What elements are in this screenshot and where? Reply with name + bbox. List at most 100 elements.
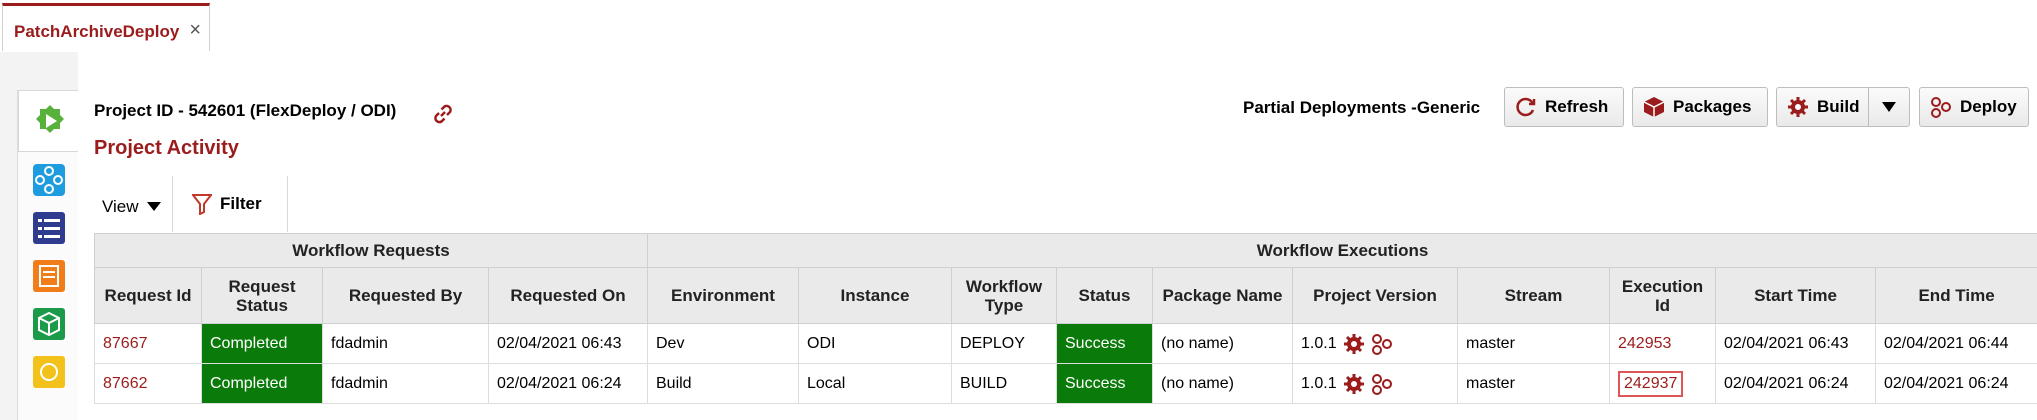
rail-activity-button[interactable]	[18, 90, 81, 152]
column-header[interactable]: End Time	[1874, 267, 2037, 324]
filter-icon	[192, 194, 212, 215]
rail-other-button[interactable]	[29, 352, 69, 392]
build-gear-icon	[1788, 97, 1808, 117]
stream-cell: master	[1457, 363, 1610, 404]
stream-cell: master	[1457, 323, 1610, 364]
refresh-label: Refresh	[1545, 97, 1609, 116]
column-header[interactable]: Workflow Type	[951, 267, 1057, 324]
project-version-text: 1.0.1	[1301, 334, 1337, 352]
request-id-cell[interactable]: 87662	[94, 363, 202, 404]
filter-label: Filter	[220, 194, 262, 213]
list-icon	[33, 212, 65, 244]
project-version-cell: 1.0.1	[1292, 323, 1458, 364]
page-title: Project ID - 542601 (FlexDeploy / ODI)	[94, 101, 397, 120]
workflow-type-cell: DEPLOY	[951, 323, 1057, 364]
execution-id-link[interactable]: 242953	[1618, 335, 1671, 352]
packages-button[interactable]: Packages	[1632, 87, 1768, 127]
tab-patch-archive-deploy[interactable]: PatchArchiveDeploy ×	[2, 3, 210, 51]
deploy-label: Deploy	[1960, 97, 2017, 116]
table-row[interactable]: 87662 Completed fdadmin 02/04/2021 06:24…	[94, 363, 2037, 404]
close-icon[interactable]: ×	[189, 19, 201, 42]
refresh-button[interactable]: Refresh	[1504, 87, 1624, 127]
execution-id-cell[interactable]: 242937	[1609, 363, 1716, 404]
deploy-icon[interactable]	[1371, 373, 1393, 395]
execution-id-cell[interactable]: 242953	[1609, 323, 1716, 364]
package-name-cell: (no name)	[1152, 323, 1293, 364]
requested-on-cell: 02/04/2021 06:43	[488, 323, 648, 364]
deploy-icon[interactable]	[1371, 333, 1393, 355]
environment-cell: Dev	[647, 323, 799, 364]
filter-button[interactable]: Filter	[192, 193, 262, 215]
request-id-link[interactable]: 87667	[103, 335, 148, 352]
project-version-cell: 1.0.1	[1292, 363, 1458, 404]
column-header[interactable]: Requested On	[488, 267, 648, 324]
column-header[interactable]: Environment	[647, 267, 799, 324]
package-icon	[33, 308, 65, 340]
project-version-text: 1.0.1	[1301, 374, 1337, 392]
chevron-down-icon[interactable]	[147, 202, 161, 211]
packages-label: Packages	[1673, 97, 1752, 116]
request-status-cell: Completed	[201, 323, 323, 364]
column-header[interactable]: Project Version	[1292, 267, 1458, 324]
rail-package-button[interactable]	[29, 304, 69, 344]
request-status-cell: Completed	[201, 363, 323, 404]
build-gear-icon[interactable]	[1343, 333, 1365, 355]
chevron-down-icon	[1882, 102, 1896, 112]
column-header[interactable]: Instance	[798, 267, 952, 324]
start-time-cell: 02/04/2021 06:24	[1715, 363, 1876, 404]
request-id-link[interactable]: 87662	[103, 375, 148, 392]
workflow-icon	[33, 164, 65, 196]
left-rail	[0, 52, 81, 420]
column-header[interactable]: Start Time	[1715, 267, 1876, 324]
build-gear-icon[interactable]	[1343, 373, 1365, 395]
start-time-cell: 02/04/2021 06:43	[1715, 323, 1876, 364]
view-filter-bar: View Filter	[94, 176, 2037, 232]
column-header[interactable]: Stream	[1457, 267, 1610, 324]
build-button[interactable]: Build	[1776, 87, 1878, 127]
activity-table: Workflow Requests Workflow Executions Re…	[94, 233, 2037, 404]
request-id-cell[interactable]: 87667	[94, 323, 202, 364]
requested-by-cell: fdadmin	[322, 323, 489, 364]
requested-by-cell: fdadmin	[322, 363, 489, 404]
workflow-type-cell: BUILD	[951, 363, 1057, 404]
section-title: Project Activity	[94, 137, 239, 159]
status-cell: Success	[1056, 363, 1153, 404]
rail-panel	[17, 90, 81, 420]
table-row[interactable]: 87667 Completed fdadmin 02/04/2021 06:43…	[94, 323, 2037, 364]
refresh-icon	[1516, 97, 1536, 117]
group-header-workflow-requests: Workflow Requests	[94, 233, 648, 268]
end-time-cell: 02/04/2021 06:24	[1874, 363, 2037, 404]
column-header[interactable]: Package Name	[1152, 267, 1293, 324]
deploy-button[interactable]: Deploy	[1919, 87, 2029, 127]
column-header[interactable]: Request Id	[94, 267, 202, 324]
rail-list-button[interactable]	[29, 208, 69, 248]
rail-document-button[interactable]	[29, 256, 69, 296]
end-time-cell: 02/04/2021 06:44	[1874, 323, 2037, 364]
partial-deployments-label: Partial Deployments -Generic	[1243, 98, 1481, 117]
status-cell: Success	[1056, 323, 1153, 364]
divider	[287, 176, 288, 232]
column-header[interactable]: Status	[1056, 267, 1153, 324]
package-box-icon	[1643, 97, 1665, 117]
execution-id-link[interactable]: 242937	[1618, 370, 1684, 397]
build-label: Build	[1817, 97, 1860, 116]
column-header[interactable]: Execution Id	[1609, 267, 1716, 324]
view-menu-label[interactable]: View	[102, 197, 139, 217]
group-header-workflow-executions: Workflow Executions	[646, 233, 2037, 268]
requested-on-cell: 02/04/2021 06:24	[488, 363, 648, 404]
instance-cell: ODI	[798, 323, 952, 364]
column-header[interactable]: Requested By	[322, 267, 489, 324]
divider	[172, 176, 173, 232]
yellow-tool-icon	[33, 356, 65, 388]
deploy-icon	[1931, 97, 1951, 118]
column-header[interactable]: Request Status	[201, 267, 323, 324]
build-dropdown-button[interactable]	[1868, 87, 1910, 127]
tab-label: PatchArchiveDeploy	[14, 22, 180, 41]
tab-bar: PatchArchiveDeploy ×	[0, 0, 2037, 53]
document-icon	[33, 260, 65, 292]
rail-workflow-button[interactable]	[29, 160, 69, 200]
link-icon[interactable]	[430, 101, 456, 132]
environment-cell: Build	[647, 363, 799, 404]
activity-gear-icon	[36, 105, 64, 133]
instance-cell: Local	[798, 363, 952, 404]
